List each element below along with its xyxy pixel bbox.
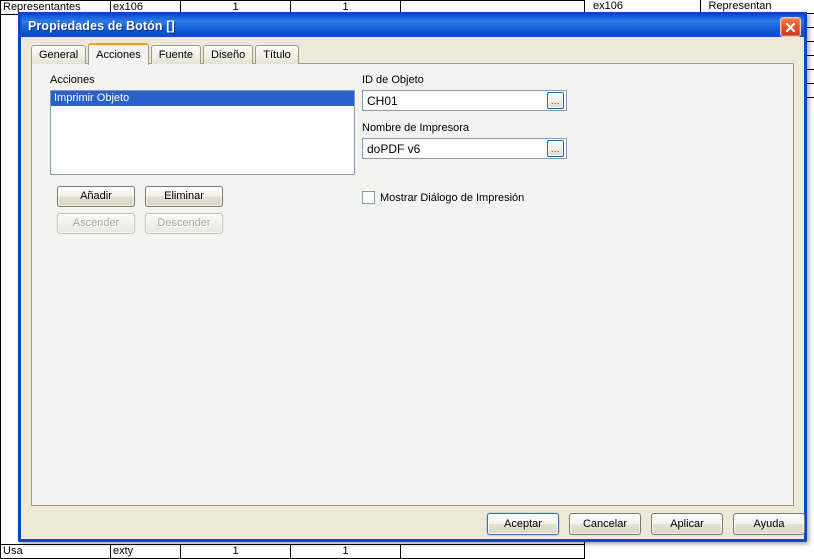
printer-name-field[interactable]: doPDF v6 ... — [362, 138, 567, 159]
printer-name-value[interactable]: doPDF v6 — [363, 142, 547, 156]
printer-name-browse-button[interactable]: ... — [547, 140, 564, 157]
object-id-field[interactable]: CH01 ... — [362, 90, 567, 111]
move-up-button: Ascender — [57, 213, 135, 234]
object-id-browse-button[interactable]: ... — [547, 92, 564, 109]
object-id-value[interactable]: CH01 — [363, 94, 547, 108]
tab-panel-acciones: Acciones Imprimir Objeto Añadir Eliminar… — [31, 63, 794, 506]
table-cell-code: exty — [110, 543, 181, 559]
dialog-tabs: General Acciones Fuente Diseño Título — [31, 43, 301, 65]
tab-titulo[interactable]: Título — [255, 45, 299, 64]
object-id-label: ID de Objeto — [362, 74, 424, 86]
dialog-title: Propiedades de Botón [] — [28, 19, 175, 33]
table-cell-col4: 1 — [290, 543, 401, 559]
apply-button[interactable]: Aplicar — [651, 513, 723, 535]
tab-acciones[interactable]: Acciones — [88, 43, 149, 65]
button-properties-dialog: Propiedades de Botón [] General Acciones… — [18, 12, 807, 542]
move-down-button: Descender — [145, 213, 223, 234]
list-item[interactable]: Imprimir Objeto — [51, 91, 354, 106]
cancel-button[interactable]: Cancelar — [569, 513, 641, 535]
actions-listbox[interactable]: Imprimir Objeto — [50, 90, 355, 175]
show-print-dialog-checkbox[interactable]: Mostrar Diálogo de Impresión — [362, 191, 524, 204]
remove-action-button[interactable]: Eliminar — [145, 186, 223, 207]
help-button[interactable]: Ayuda — [733, 513, 805, 535]
tab-fuente[interactable]: Fuente — [150, 45, 202, 64]
tab-general[interactable]: General — [31, 45, 87, 64]
accept-button[interactable]: Aceptar — [487, 513, 559, 535]
add-action-button[interactable]: Añadir — [57, 186, 135, 207]
actions-list-label: Acciones — [50, 74, 95, 86]
table-cell-col3: 1 — [180, 543, 291, 559]
checkbox-box-icon[interactable] — [362, 191, 375, 204]
close-icon[interactable] — [780, 17, 801, 37]
show-print-dialog-label: Mostrar Diálogo de Impresión — [380, 191, 525, 204]
tab-diseno[interactable]: Diseño — [203, 45, 254, 64]
printer-name-label: Nombre de Impresora — [362, 122, 469, 134]
dialog-title-bar[interactable]: Propiedades de Botón [] — [21, 12, 804, 37]
table-cell-label: Usa — [0, 543, 111, 559]
